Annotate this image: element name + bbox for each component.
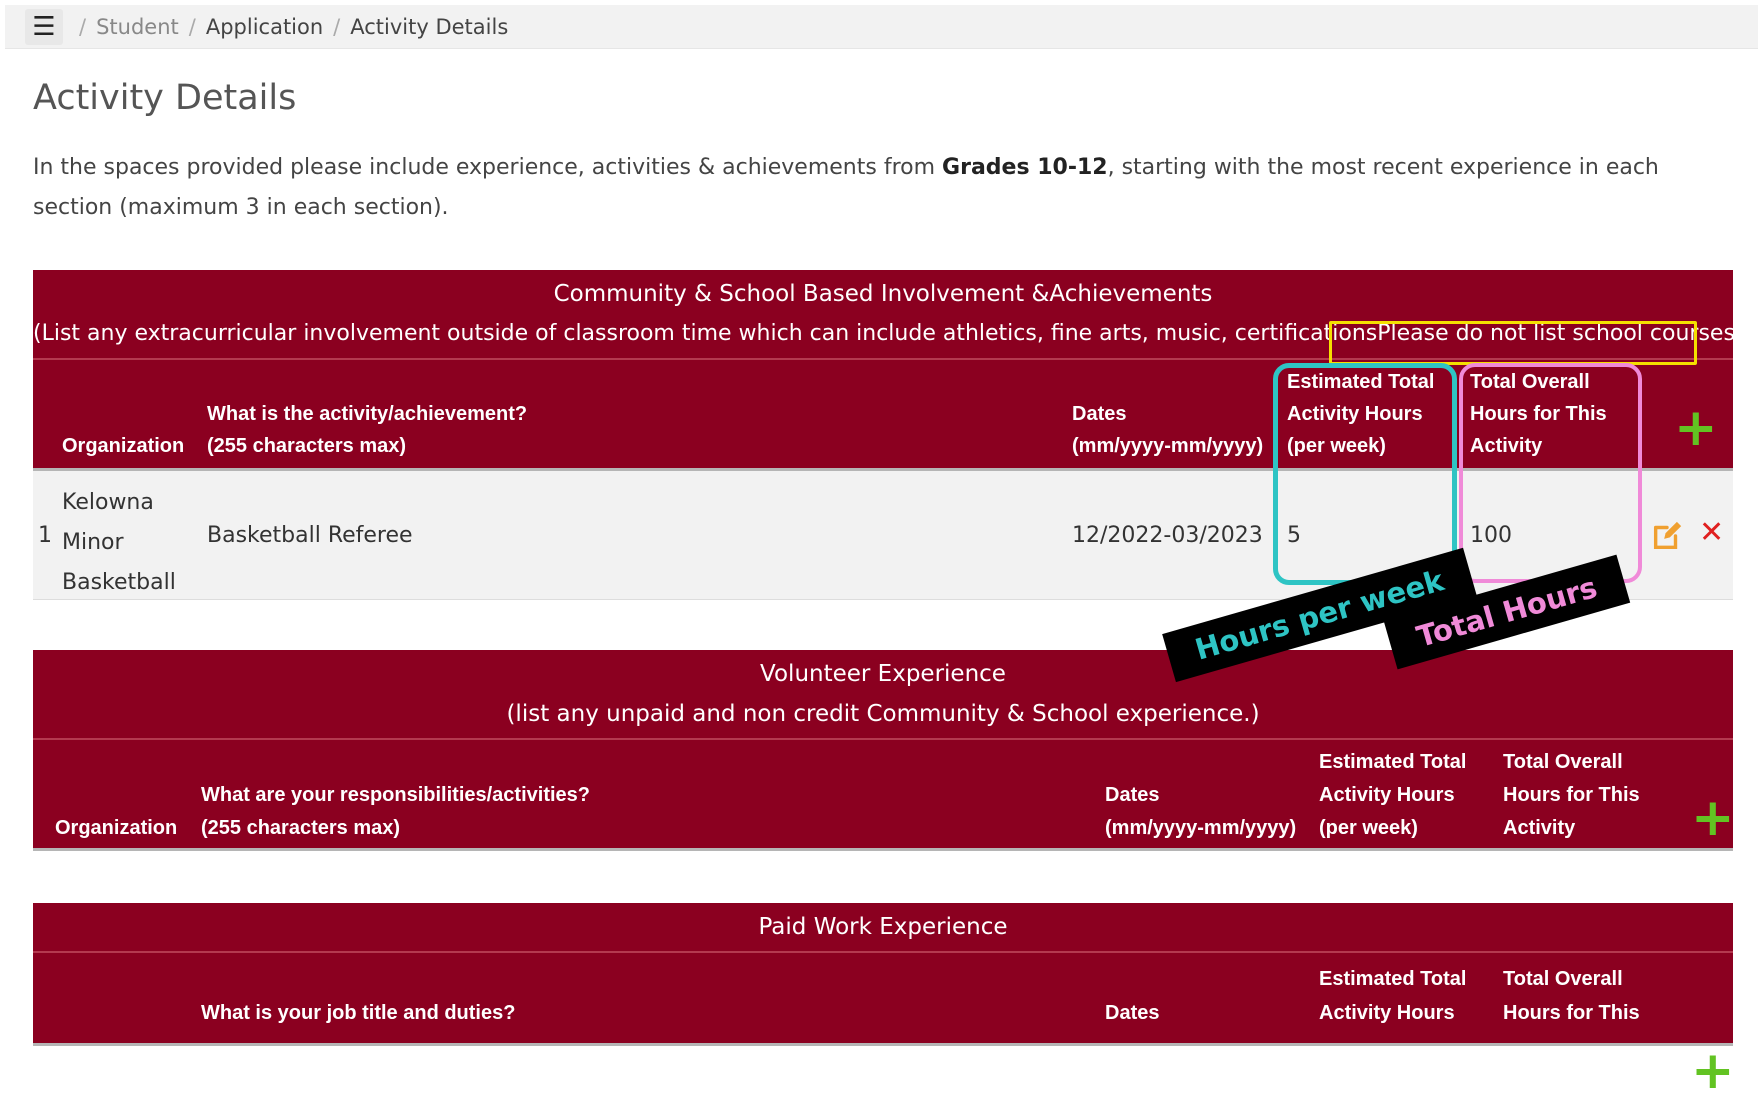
col-est-line3: (per week) — [1319, 817, 1418, 839]
community-column-header: Organization What is the activity/achiev… — [33, 360, 1733, 471]
col-total-line3: Activity — [1503, 817, 1576, 839]
volunteer-section-subtitle: (list any unpaid and non credit Communit… — [506, 701, 1260, 727]
table-row: 1 Kelowna Minor Basketball Basketball Re… — [33, 471, 1733, 600]
delete-icon[interactable]: ✕ — [1699, 515, 1724, 550]
intro-grades: Grades 10-12 — [942, 155, 1108, 180]
col-dates-line2: (mm/yyyy-mm/yyyy) — [1105, 817, 1297, 839]
col-activity-line2: (255 characters max) — [207, 435, 407, 457]
col-organization: Organization — [62, 435, 185, 457]
intro-text: In the spaces provided please include ex… — [33, 148, 1683, 228]
intro-part1: In the spaces provided please include ex… — [33, 155, 943, 180]
breadcrumb-activity-details: Activity Details — [350, 14, 509, 39]
col-total-line1: Total Overall — [1470, 371, 1590, 393]
community-section-subtitle: (List any extracurricular involvement ou… — [33, 314, 1744, 354]
col-est-line1: Estimated Total — [1319, 751, 1467, 773]
row-organization: Kelowna Minor Basketball — [62, 483, 176, 603]
row-dates: 12/2022-03/2023 — [1072, 523, 1263, 548]
col-total-line1: Total Overall — [1503, 968, 1623, 990]
col-activity-line1: What is the activity/achievement? — [207, 403, 528, 425]
col-total-line2: Hours for This — [1503, 784, 1640, 806]
edit-icon[interactable] — [1650, 519, 1684, 553]
breadcrumb-separator: / — [188, 14, 196, 39]
breadcrumb-application[interactable]: Application — [206, 15, 323, 39]
row-organization-line1: Kelowna — [62, 490, 154, 515]
col-total-line2: Hours for This — [1503, 1002, 1640, 1024]
menu-icon[interactable]: ☰ — [25, 8, 63, 45]
col-est-line1: Estimated Total — [1319, 968, 1467, 990]
volunteer-section: Volunteer Experience (list any unpaid an… — [33, 650, 1735, 851]
row-organization-line3: Basketball — [62, 570, 176, 595]
breadcrumb-student[interactable]: Student — [96, 15, 179, 39]
community-section-title: Community & School Based Involvement &Ac… — [553, 281, 1213, 307]
col-activity-line1: What is your job title and duties? — [201, 1002, 516, 1024]
col-activity-line1: What are your responsibilities/activitie… — [201, 784, 591, 806]
volunteer-column-header: Organization What are your responsibilit… — [33, 740, 1735, 851]
col-est-line2: Activity Hours — [1319, 1002, 1455, 1024]
col-est-line2: Activity Hours — [1287, 403, 1423, 425]
community-subtitle-note: Please do not list school courses) — [1377, 321, 1744, 346]
col-est-line2: Activity Hours — [1319, 784, 1455, 806]
col-est-line3: (per week) — [1287, 435, 1386, 457]
row-hours-week: 5 — [1287, 523, 1301, 548]
breadcrumb-separator: / — [333, 14, 341, 39]
paid-section-header: Paid Work Experience — [33, 903, 1733, 953]
col-total-line1: Total Overall — [1503, 751, 1623, 773]
row-total-hours: 100 — [1470, 523, 1512, 548]
add-community-button[interactable]: + — [1674, 402, 1718, 454]
paid-section-title: Paid Work Experience — [758, 914, 1008, 940]
breadcrumb-separator: / — [79, 14, 87, 39]
page-title: Activity Details — [33, 78, 297, 118]
col-total-line2: Hours for This — [1470, 403, 1607, 425]
row-activity: Basketball Referee — [207, 523, 413, 548]
community-section-header: Community & School Based Involvement &Ac… — [33, 270, 1744, 360]
paid-column-header: What is your job title and duties? Dates… — [33, 953, 1735, 1097]
paid-section: Paid Work Experience What is your job ti… — [33, 903, 1735, 1097]
community-subtitle-main: (List any extracurricular involvement ou… — [33, 321, 1378, 346]
col-activity-line2: (255 characters max) — [201, 817, 401, 839]
top-bar: ☰ / Student / Application / Activity Det… — [5, 5, 1758, 49]
row-number: 1 — [38, 523, 52, 548]
col-dates-line1: Dates — [1072, 403, 1127, 425]
col-est-line1: Estimated Total — [1287, 371, 1435, 393]
row-organization-line2: Minor — [62, 530, 124, 555]
volunteer-section-title: Volunteer Experience — [760, 661, 1006, 687]
add-volunteer-button[interactable]: + — [1691, 792, 1735, 844]
col-dates-line2: (mm/yyyy-mm/yyyy) — [1072, 435, 1264, 457]
add-paid-button[interactable]: + — [1691, 1045, 1735, 1097]
col-total-line3: Activity — [1470, 435, 1543, 457]
col-dates-line1: Dates — [1105, 1002, 1160, 1024]
volunteer-section-header: Volunteer Experience (list any unpaid an… — [33, 650, 1733, 740]
col-organization: Organization — [55, 817, 178, 839]
col-dates-line1: Dates — [1105, 784, 1160, 806]
community-section: Community & School Based Involvement &Ac… — [33, 270, 1744, 600]
